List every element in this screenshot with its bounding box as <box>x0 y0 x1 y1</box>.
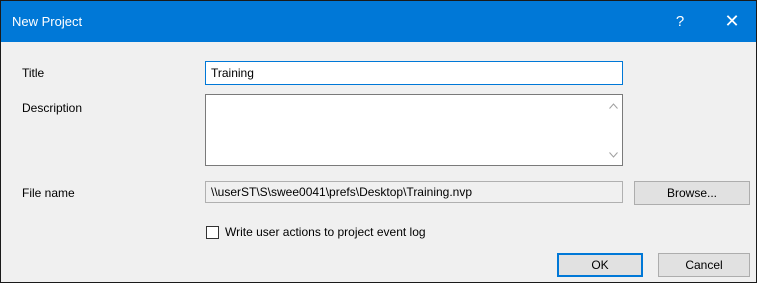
title-input[interactable]: Training <box>205 61 623 85</box>
help-button[interactable]: ? <box>657 1 703 42</box>
close-button[interactable]: ✕ <box>709 1 755 42</box>
event-log-checkbox[interactable] <box>206 225 219 239</box>
description-scrollbar[interactable] <box>605 95 622 165</box>
event-log-option[interactable]: Write user actions to project event log <box>206 225 426 239</box>
title-bar[interactable]: New Project ? ✕ <box>1 1 756 42</box>
close-icon: ✕ <box>724 11 740 31</box>
dialog-title: New Project <box>12 14 83 29</box>
chevron-down-icon[interactable] <box>608 149 619 160</box>
chevron-up-icon[interactable] <box>608 100 619 111</box>
ok-button[interactable]: OK <box>557 253 643 277</box>
description-label: Description <box>22 101 83 115</box>
browse-button[interactable]: Browse... <box>634 181 750 205</box>
file-name-field: \\userST\S\swee0041\prefs\Desktop\Traini… <box>205 181 623 203</box>
new-project-dialog: New Project ? ✕ Title Training Descripti… <box>0 0 757 283</box>
title-label: Title <box>22 66 45 80</box>
event-log-checkbox-label: Write user actions to project event log <box>225 225 426 239</box>
cancel-button[interactable]: Cancel <box>658 253 750 277</box>
question-icon: ? <box>675 13 685 30</box>
file-name-label: File name <box>22 186 75 200</box>
description-textarea[interactable] <box>205 94 623 166</box>
